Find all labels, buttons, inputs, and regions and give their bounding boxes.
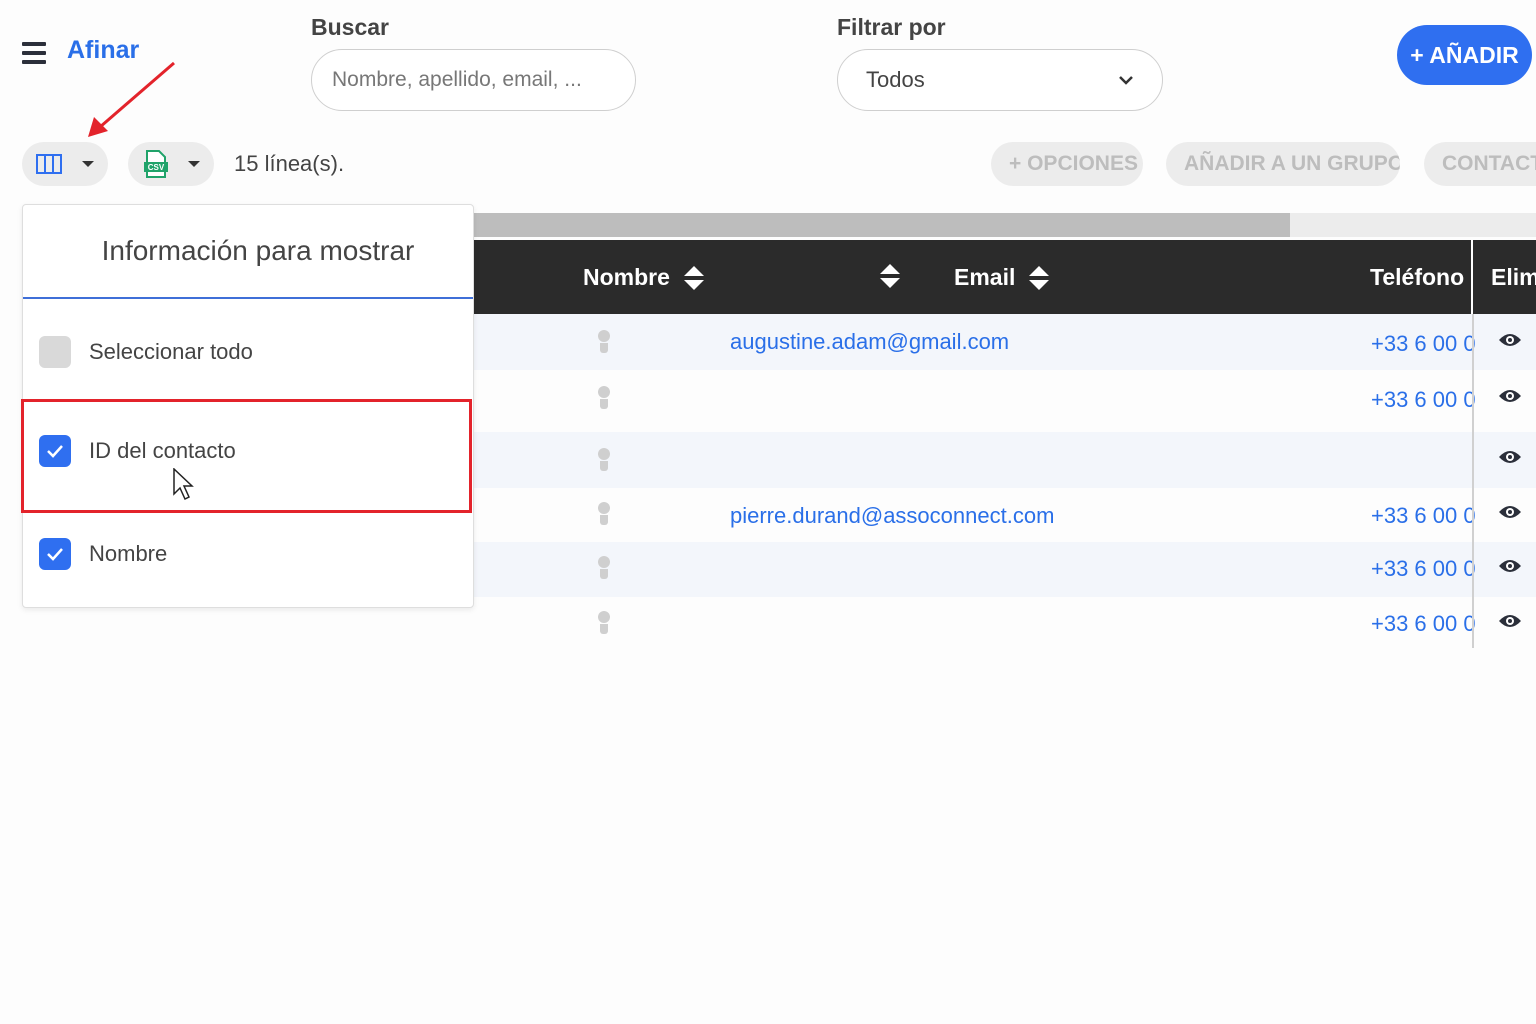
table-row[interactable]: +33 6 00 0 xyxy=(474,370,1536,432)
avatar-icon xyxy=(597,611,611,635)
column-header-name[interactable]: Nombre xyxy=(583,264,704,291)
csv-icon-text: CSV xyxy=(148,163,165,172)
panel-divider xyxy=(23,297,473,299)
eye-icon[interactable] xyxy=(1498,388,1522,404)
eye-icon[interactable] xyxy=(1498,504,1522,520)
eye-icon[interactable] xyxy=(1498,332,1522,348)
eye-icon[interactable] xyxy=(1498,613,1522,629)
avatar-icon xyxy=(597,502,611,526)
phone-link[interactable]: +33 6 00 0 xyxy=(1371,503,1476,529)
avatar-icon xyxy=(597,330,611,354)
csv-file-icon: CSV xyxy=(144,150,168,178)
column-header-phone[interactable]: Teléfono xyxy=(1370,264,1464,291)
table-row[interactable]: +33 6 00 0 xyxy=(474,597,1536,649)
eye-icon[interactable] xyxy=(1498,449,1522,465)
sort-icon[interactable] xyxy=(1029,265,1050,290)
check-icon xyxy=(47,548,63,561)
email-link[interactable]: pierre.durand@assoconnect.com xyxy=(730,503,1054,529)
avatar-icon xyxy=(597,448,611,472)
column-divider xyxy=(1471,240,1473,314)
sort-icon[interactable] xyxy=(880,264,900,288)
option-label: Seleccionar todo xyxy=(89,339,253,364)
phone-link[interactable]: +33 6 00 0 xyxy=(1371,611,1476,637)
phone-link[interactable]: +33 6 00 0 xyxy=(1371,331,1476,357)
email-link[interactable]: augustine.adam@gmail.com xyxy=(730,329,1009,355)
checkbox-name[interactable] xyxy=(39,538,71,570)
option-name[interactable]: Nombre xyxy=(39,538,167,570)
line-count: 15 línea(s). xyxy=(234,151,345,176)
search-label: Buscar xyxy=(311,14,389,40)
add-button[interactable]: + AÑADIR xyxy=(1397,25,1532,85)
caret-down-icon xyxy=(82,161,94,167)
hamburger-icon[interactable] xyxy=(22,42,46,64)
avatar-icon xyxy=(597,556,611,580)
mouse-cursor-icon xyxy=(173,468,194,501)
filter-select[interactable]: Todos xyxy=(837,49,1163,111)
column-divider xyxy=(1472,314,1474,648)
add-to-group-button[interactable]: AÑADIR A UN GRUPO xyxy=(1166,142,1400,186)
options-button[interactable]: + OPCIONES xyxy=(991,142,1143,186)
sort-icon[interactable] xyxy=(683,265,704,290)
checkbox-select-all[interactable] xyxy=(39,336,71,368)
columns-icon xyxy=(36,154,62,174)
red-arrow-annotation xyxy=(88,61,175,137)
filter-label: Filtrar por xyxy=(837,14,946,40)
option-label: Nombre xyxy=(89,541,168,566)
table-row[interactable]: augustine.adam@gmail.com +33 6 00 0 xyxy=(474,314,1536,370)
phone-link[interactable]: +33 6 00 0 xyxy=(1371,556,1476,582)
contact-button[interactable]: CONTACT xyxy=(1424,142,1536,186)
avatar-icon xyxy=(597,386,611,410)
table-header: Nombre Email Teléfono Elimi xyxy=(474,240,1536,314)
option-select-all[interactable]: Seleccionar todo xyxy=(39,336,253,368)
highlight-box xyxy=(21,399,472,513)
columns-dropdown-button[interactable] xyxy=(22,142,108,186)
table-row[interactable]: +33 6 00 0 xyxy=(474,542,1536,597)
column-header-email-label: Email xyxy=(954,264,1016,290)
column-header-name-label: Nombre xyxy=(583,264,670,290)
column-header-unlabeled-sort[interactable] xyxy=(880,264,900,288)
caret-down-icon xyxy=(188,161,200,167)
eye-icon[interactable] xyxy=(1498,558,1522,574)
export-dropdown-button[interactable]: CSV xyxy=(128,142,214,186)
column-header-email[interactable]: Email xyxy=(954,264,1050,291)
chevron-down-icon xyxy=(1119,76,1133,85)
table-row[interactable]: pierre.durand@assoconnect.com +33 6 00 0 xyxy=(474,488,1536,542)
filter-value: Todos xyxy=(866,67,925,92)
search-input[interactable] xyxy=(311,49,636,111)
column-header-delete[interactable]: Elimi xyxy=(1491,264,1536,291)
table-row[interactable] xyxy=(474,432,1536,488)
scrollbar-thumb[interactable] xyxy=(474,213,1290,237)
phone-link[interactable]: +33 6 00 0 xyxy=(1371,387,1476,413)
panel-title: Información para mostrar xyxy=(101,235,415,266)
